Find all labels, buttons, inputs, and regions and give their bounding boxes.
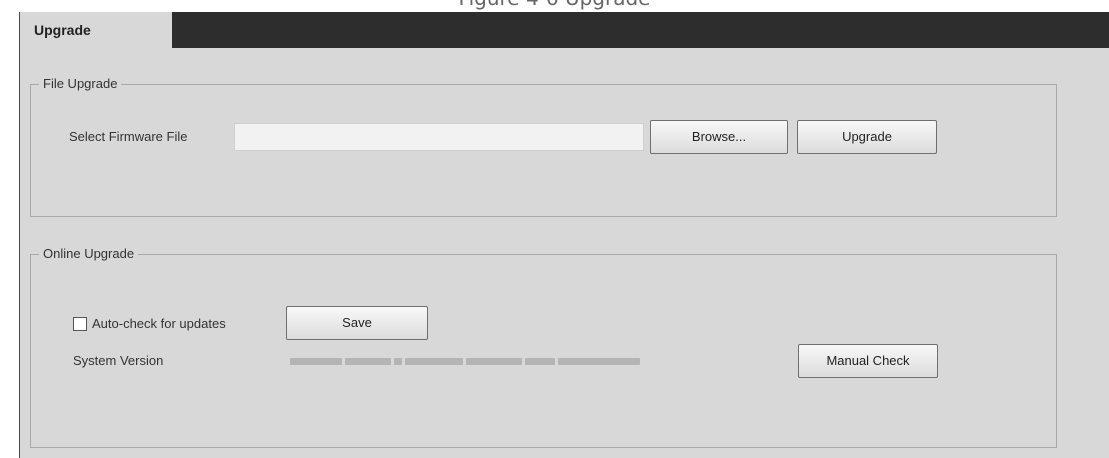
upgrade-button[interactable]: Upgrade [797,120,937,154]
tab-upgrade[interactable]: Upgrade [20,12,172,48]
system-version-label: System Version [73,353,164,368]
figure-caption: Figure 4-6 Upgrade [0,0,1109,10]
file-upgrade-legend: File Upgrade [39,76,122,92]
browse-button[interactable]: Browse... [650,120,788,154]
firmware-file-input[interactable] [234,123,644,151]
auto-check-checkbox[interactable] [73,317,87,331]
online-upgrade-legend: Online Upgrade [39,246,139,262]
upgrade-window: Upgrade File Upgrade Select Firmware Fil… [19,12,1109,458]
select-firmware-label: Select Firmware File [69,129,188,144]
tab-bar: Upgrade [20,12,1109,48]
file-upgrade-group: File Upgrade Select Firmware File Browse… [30,76,1057,217]
online-upgrade-group: Online Upgrade Auto-check for updates Sa… [30,246,1057,448]
system-version-value-redacted [290,355,640,367]
manual-check-button[interactable]: Manual Check [798,344,938,378]
save-button[interactable]: Save [286,306,428,340]
auto-check-label: Auto-check for updates [92,316,226,331]
